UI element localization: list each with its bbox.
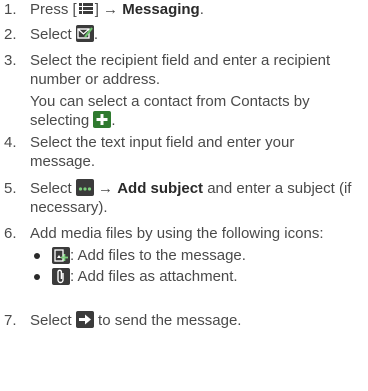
step-number: 1. xyxy=(4,1,17,18)
step-4: 4. Select the text input field and enter… xyxy=(0,133,368,179)
step-text: to send the message. xyxy=(93,312,242,329)
step-number: 5. xyxy=(4,180,17,197)
step-text: . xyxy=(93,26,99,43)
step-text: Select the recipient field and enter a r… xyxy=(30,52,331,88)
step-text: Select xyxy=(30,180,76,197)
step-2: 2. Select . xyxy=(0,25,368,51)
step-number: 6. xyxy=(4,225,17,242)
step-7: 7. Select to send the message. xyxy=(0,311,368,335)
step-text: Add media files by using the following i… xyxy=(30,225,324,242)
paperclip-icon xyxy=(52,268,70,285)
menu-key-icon xyxy=(77,2,95,15)
more-options-icon xyxy=(75,179,94,196)
plus-icon xyxy=(93,111,112,128)
step-number: 2. xyxy=(4,26,17,43)
add-media-icon xyxy=(52,247,70,264)
steps-list: 1. Press [ ] → Messaging. 2. Select . 3. … xyxy=(0,0,368,335)
step-text: Press [ xyxy=(30,1,77,18)
step-text: Select xyxy=(30,312,76,329)
menu-path-add-subject: Add subject xyxy=(117,180,204,197)
step-number: 3. xyxy=(4,52,17,69)
bullet-dot xyxy=(34,273,40,280)
step-6: 6. Add media files by using the followin… xyxy=(0,224,368,311)
step-text: . xyxy=(111,112,116,129)
bullet-dot xyxy=(34,252,40,259)
bullet-text: : Add files as attachment. xyxy=(70,268,238,285)
bullet-item: : Add files as attachment. xyxy=(34,266,356,287)
step-1: 1. Press [ ] → Messaging. xyxy=(0,0,368,25)
bullet-item: : Add files to the message. xyxy=(34,245,356,266)
icon-bullet-list: : Add files to the message. : Add files … xyxy=(30,245,356,287)
step-3: 3. Select the recipient field and enter … xyxy=(0,51,368,133)
bullet-text: : Add files to the message. xyxy=(70,247,246,264)
compose-message-icon xyxy=(75,25,94,42)
menu-path-messaging: Messaging xyxy=(122,1,200,18)
step-5: 5. Select → Add subject and enter a subj… xyxy=(0,179,368,224)
step-number: 7. xyxy=(4,312,17,329)
step-text: You can select a contact from Contacts b… xyxy=(30,93,310,129)
step-text: ] → xyxy=(94,1,123,18)
step-text: → xyxy=(93,180,118,197)
step-text: . xyxy=(199,1,204,18)
step-number: 4. xyxy=(4,134,17,151)
instruction-page: 1. Press [ ] → Messaging. 2. Select . 3. … xyxy=(0,0,368,391)
send-arrow-icon xyxy=(75,311,94,328)
step-text: Select xyxy=(30,26,76,43)
step-note: You can select a contact from Contacts b… xyxy=(30,92,356,130)
step-text: Select the text input field and enter yo… xyxy=(30,134,295,170)
